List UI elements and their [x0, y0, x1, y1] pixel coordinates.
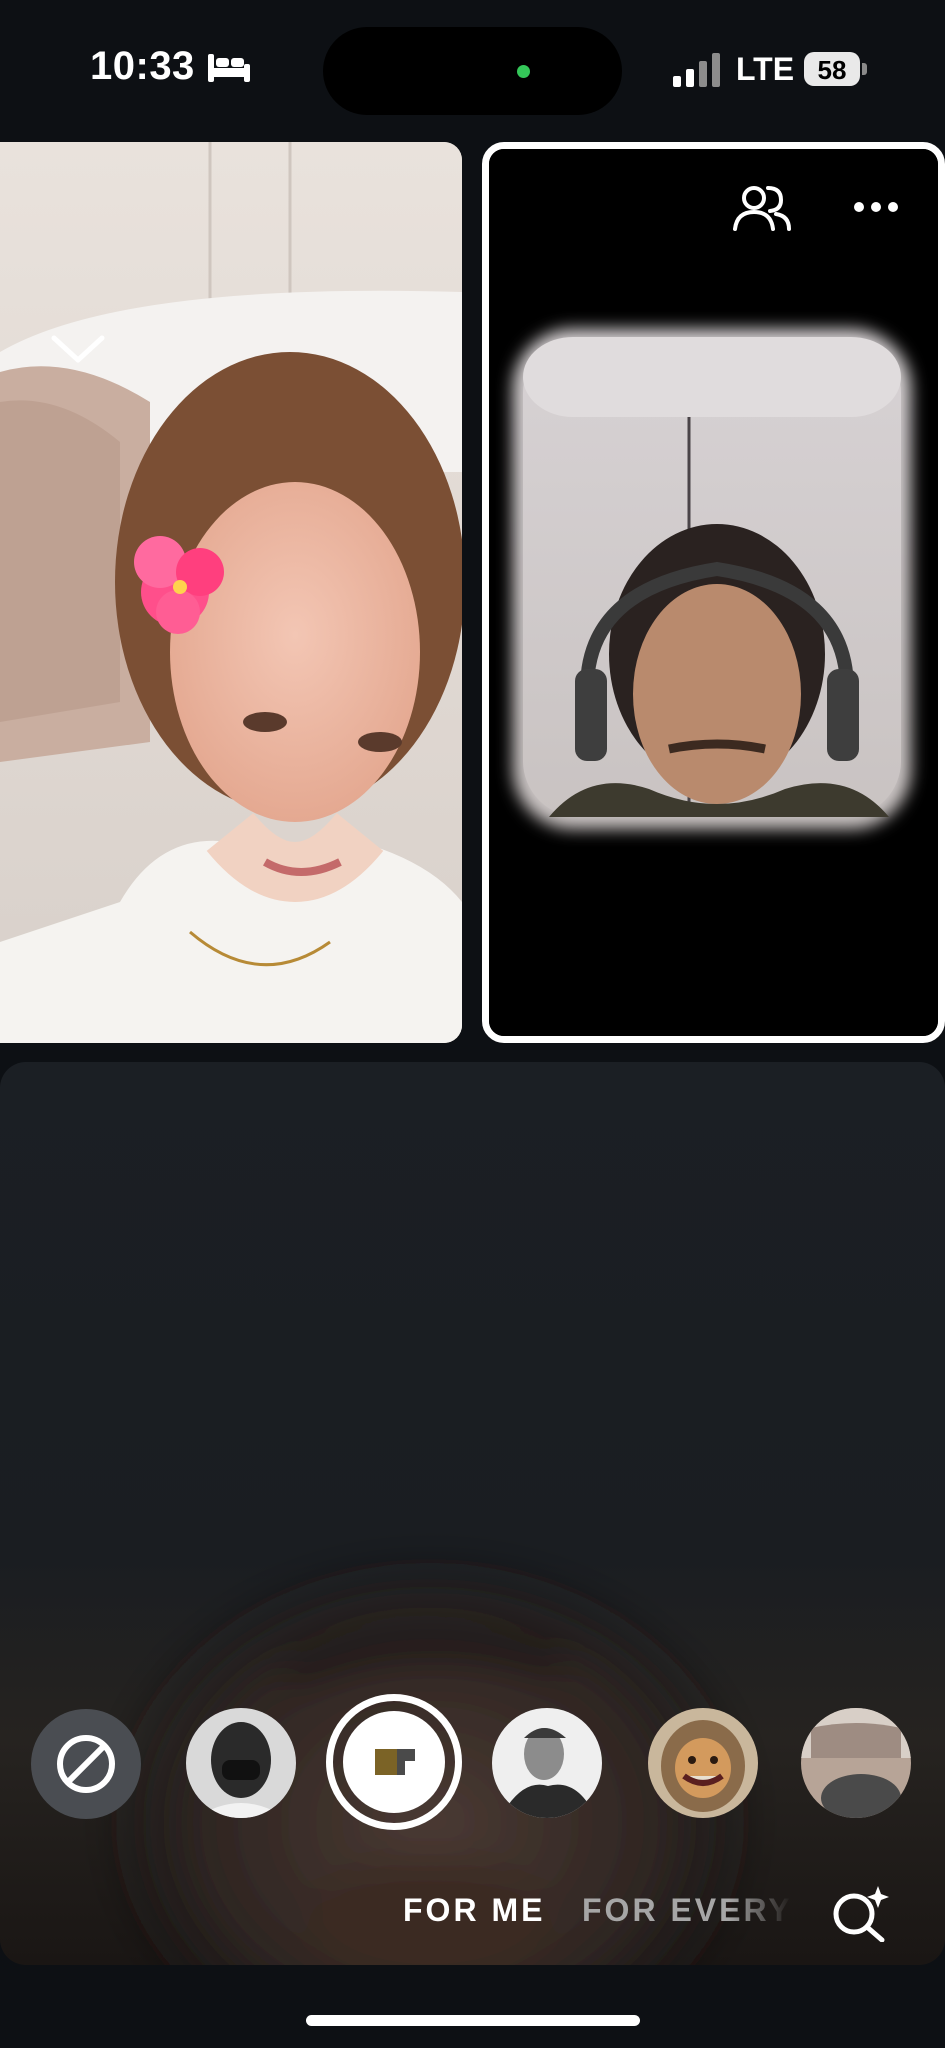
status-bar: 10:33 LTE 58: [0, 0, 945, 135]
more-icon[interactable]: [853, 200, 899, 214]
effect-thumbnail[interactable]: [648, 1708, 758, 1818]
effect-thumbnail-image: [186, 1708, 296, 1818]
effect-thumbnail[interactable]: [186, 1708, 296, 1818]
tab-for-me[interactable]: FOR ME: [403, 1892, 545, 1929]
people-icon[interactable]: [732, 182, 792, 234]
bed-icon: [208, 54, 250, 82]
no-effect-button[interactable]: [31, 1709, 141, 1819]
effect-thumbnail-image: [648, 1708, 758, 1818]
chevron-down-icon[interactable]: [50, 332, 106, 366]
effect-thumbnail-image: [492, 1708, 602, 1818]
home-indicator[interactable]: [306, 2015, 640, 2026]
battery-icon: 58: [804, 52, 867, 86]
participant-video-right[interactable]: [482, 142, 945, 1043]
battery-level: 58: [817, 55, 847, 85]
film-icon: [375, 1749, 415, 1775]
camera-in-use-indicator: [517, 65, 530, 78]
status-time: 10:33: [90, 44, 195, 88]
self-view-frame: [100, 1552, 760, 1965]
selected-effect-button[interactable]: [326, 1694, 462, 1830]
signal-icon: [673, 53, 720, 87]
network-type: LTE: [736, 51, 795, 87]
video-call-screen: 10:33 LTE 58 FOR ME FOR EVERY: [0, 0, 945, 2048]
self-view-video: FOR ME FOR EVERYONE: [0, 1062, 945, 1965]
effect-thumbnail[interactable]: [801, 1708, 911, 1818]
participant-video-frame: [0, 142, 462, 1043]
tab-for-everyone[interactable]: FOR EVERYONE: [582, 1892, 792, 1929]
search-sparkle-icon[interactable]: [830, 1884, 890, 1942]
effect-thumbnail-image: [801, 1708, 911, 1818]
participant-video-frame: [489, 149, 938, 1036]
effect-thumbnail[interactable]: [492, 1708, 602, 1818]
dynamic-island: [323, 27, 622, 115]
no-effect-icon: [57, 1735, 115, 1793]
participant-video-left[interactable]: [0, 142, 462, 1043]
